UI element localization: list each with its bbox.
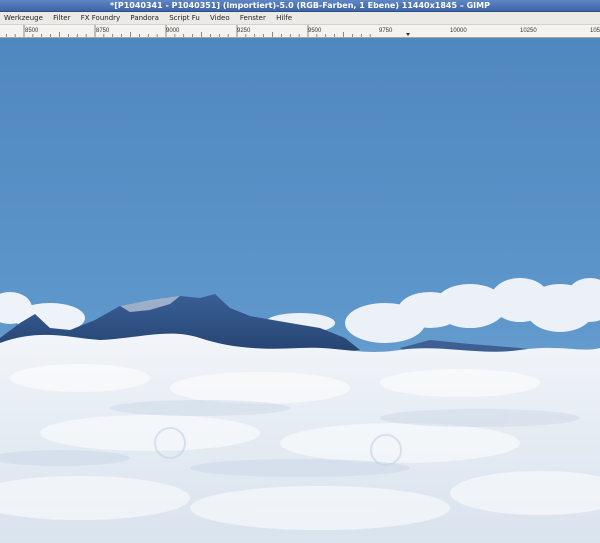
panorama-image	[0, 38, 600, 543]
ruler-label-7: 10250	[520, 28, 537, 34]
menu-script-fu[interactable]: Script Fu	[165, 12, 204, 24]
ruler-label-8: 10500	[590, 28, 600, 34]
menu-filter[interactable]: Filter	[49, 12, 74, 24]
ruler-label-1: 8750	[96, 28, 110, 34]
window-title: *[P1040341 - P1040351] (importiert)-5.0 …	[0, 0, 600, 12]
menu-fenster[interactable]: Fenster	[236, 12, 270, 24]
ruler-label-0: 8500	[25, 28, 39, 34]
image-canvas[interactable]	[0, 38, 600, 543]
ruler-label-5: 9750	[379, 28, 393, 34]
ruler-label-4: 9500	[308, 28, 322, 34]
ruler-label-3: 9250	[237, 28, 251, 34]
menu-hilfe[interactable]: Hilfe	[272, 12, 296, 24]
menu-werkzeuge[interactable]: Werkzeuge	[0, 12, 47, 24]
ruler-pointer-icon	[406, 33, 410, 36]
menu-bar: Werkzeuge Filter FX Foundry Pandora Scri…	[0, 12, 600, 25]
ruler-label-6: 10000	[450, 28, 467, 34]
menu-pandora[interactable]: Pandora	[126, 12, 163, 24]
menu-fx-foundry[interactable]: FX Foundry	[77, 12, 124, 24]
horizontal-ruler[interactable]: 8500 8750 9000 9250 9500 9750 10000 1025…	[0, 25, 600, 38]
menu-video[interactable]: Video	[206, 12, 234, 24]
ruler-label-2: 9000	[166, 28, 180, 34]
